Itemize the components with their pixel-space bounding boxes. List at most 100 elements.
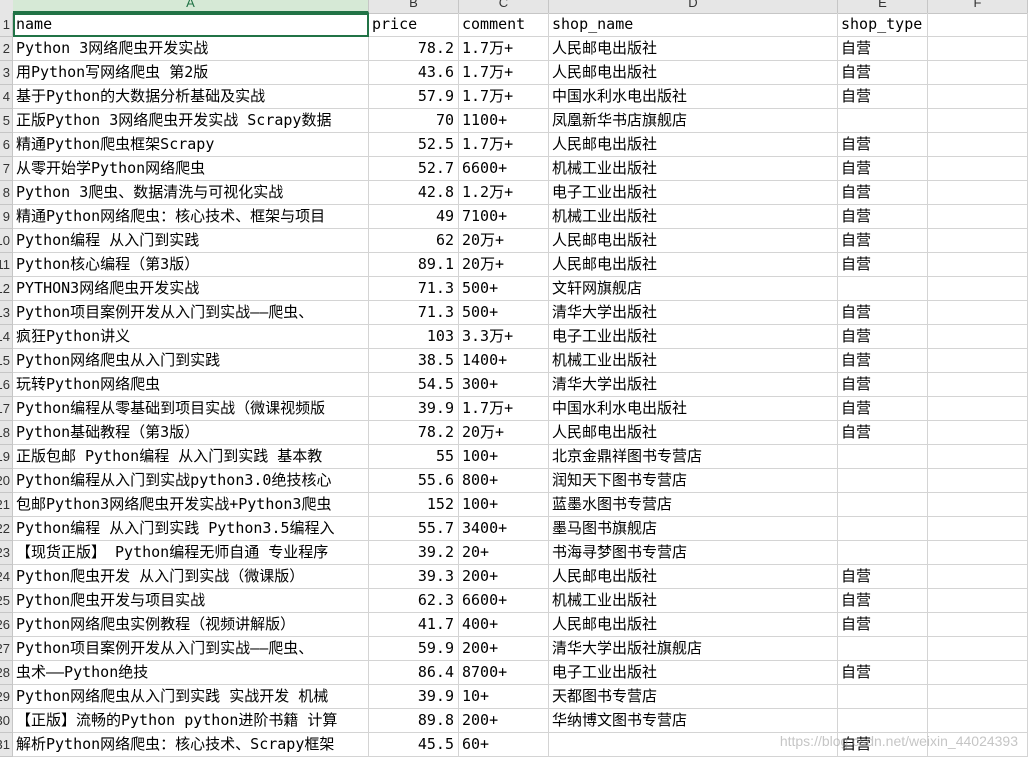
cell-name[interactable]: Python 3爬虫、数据清洗与可视化实战 [13,181,369,205]
cell-name[interactable]: Python编程从入门到实战python3.0绝技核心 [13,469,369,493]
cell-comment[interactable]: 300+ [459,373,549,397]
cell-f[interactable] [928,589,1028,613]
cell-price[interactable]: 45.5 [369,733,459,757]
cell-shop-type[interactable]: 自营 [838,589,928,613]
cell-price[interactable]: 55.7 [369,517,459,541]
row-header[interactable]: 25 [0,589,13,613]
row-header[interactable]: 19 [0,445,13,469]
cell-comment[interactable]: 800+ [459,469,549,493]
row-header[interactable]: 11 [0,253,13,277]
cell-shop-name[interactable]: 人民邮电出版社 [549,565,838,589]
column-header-b[interactable]: B [369,0,459,13]
row-header[interactable]: 10 [0,229,13,253]
row-header[interactable]: 20 [0,469,13,493]
cell-shop-name[interactable]: 机械工业出版社 [549,157,838,181]
cell-comment[interactable]: 100+ [459,445,549,469]
cell-name[interactable]: PYTHON3网络爬虫开发实战 [13,277,369,301]
cell-price[interactable]: 103 [369,325,459,349]
cell-f[interactable] [928,205,1028,229]
header-cell-shop-name[interactable]: shop_name [549,13,838,37]
cell-price[interactable]: 71.3 [369,301,459,325]
cell-name[interactable]: Python网络爬虫实例教程（视频讲解版） [13,613,369,637]
cell-price[interactable]: 55.6 [369,469,459,493]
row-header[interactable]: 2 [0,37,13,61]
cell-comment[interactable]: 20万+ [459,253,549,277]
cell-name[interactable]: 正版Python 3网络爬虫开发实战 Scrapy数据 [13,109,369,133]
cell-name[interactable]: 正版包邮 Python编程 从入门到实践 基本教 [13,445,369,469]
cell-shop-type[interactable]: 自营 [838,349,928,373]
cell-f[interactable] [928,565,1028,589]
cell-comment[interactable]: 1100+ [459,109,549,133]
row-header[interactable]: 14 [0,325,13,349]
cell-shop-type[interactable]: 自营 [838,205,928,229]
cell-price[interactable]: 54.5 [369,373,459,397]
cell-comment[interactable]: 6600+ [459,589,549,613]
cell-f[interactable] [928,421,1028,445]
cell-f[interactable] [928,493,1028,517]
cell-price[interactable]: 52.7 [369,157,459,181]
cell-price[interactable]: 39.2 [369,541,459,565]
cell-comment[interactable]: 200+ [459,565,549,589]
cell-price[interactable]: 43.6 [369,61,459,85]
row-header[interactable]: 16 [0,373,13,397]
cell-comment[interactable]: 1.7万+ [459,85,549,109]
cell-comment[interactable]: 7100+ [459,205,549,229]
cell-f[interactable] [928,229,1028,253]
cell-f[interactable] [928,181,1028,205]
cell-comment[interactable]: 3.3万+ [459,325,549,349]
row-header[interactable]: 21 [0,493,13,517]
cell-f[interactable] [928,685,1028,709]
cell-shop-type[interactable] [838,685,928,709]
cell-shop-name[interactable]: 中国水利水电出版社 [549,397,838,421]
cell-name[interactable]: Python 3网络爬虫开发实战 [13,37,369,61]
cell-price[interactable]: 62 [369,229,459,253]
cell-shop-name[interactable]: 北京金鼎祥图书专营店 [549,445,838,469]
cell-price[interactable]: 86.4 [369,661,459,685]
cell-shop-type[interactable]: 自营 [838,229,928,253]
cell-shop-type[interactable]: 自营 [838,397,928,421]
cell-price[interactable]: 152 [369,493,459,517]
cell-price[interactable]: 41.7 [369,613,459,637]
row-header[interactable]: 23 [0,541,13,565]
cell-price[interactable]: 57.9 [369,85,459,109]
cell-shop-name[interactable]: 机械工业出版社 [549,205,838,229]
cell-comment[interactable]: 8700+ [459,661,549,685]
cell-shop-type[interactable] [838,709,928,733]
cell-shop-name[interactable]: 人民邮电出版社 [549,37,838,61]
cell-shop-name[interactable]: 人民邮电出版社 [549,229,838,253]
cell-shop-type[interactable]: 自营 [838,61,928,85]
column-header-a[interactable]: A [13,0,369,13]
cell-shop-type[interactable]: 自营 [838,133,928,157]
cell-f[interactable] [928,37,1028,61]
row-header[interactable]: 8 [0,181,13,205]
cell-name[interactable]: 玩转Python网络爬虫 [13,373,369,397]
cell-comment[interactable]: 500+ [459,301,549,325]
cell-shop-name[interactable]: 清华大学出版社旗舰店 [549,637,838,661]
row-header[interactable]: 5 [0,109,13,133]
cell-name[interactable]: Python基础教程（第3版） [13,421,369,445]
row-header[interactable]: 1 [0,13,13,37]
row-header[interactable]: 22 [0,517,13,541]
cell-name[interactable]: 包邮Python3网络爬虫开发实战+Python3爬虫 [13,493,369,517]
cell-shop-type[interactable]: 自营 [838,37,928,61]
cell-shop-type[interactable]: 自营 [838,253,928,277]
cell-f[interactable] [928,325,1028,349]
header-cell-f[interactable] [928,13,1028,37]
cell-name[interactable]: 解析Python网络爬虫：核心技术、Scrapy框架 [13,733,369,757]
row-header[interactable]: 9 [0,205,13,229]
cell-comment[interactable]: 3400+ [459,517,549,541]
cell-shop-name[interactable]: 中国水利水电出版社 [549,85,838,109]
cell-shop-name[interactable]: 清华大学出版社 [549,373,838,397]
cell-comment[interactable]: 200+ [459,637,549,661]
row-header[interactable]: 30 [0,709,13,733]
cell-shop-type[interactable]: 自营 [838,661,928,685]
cell-shop-type[interactable] [838,493,928,517]
row-header[interactable]: 15 [0,349,13,373]
cell-shop-name[interactable]: 润知天下图书专营店 [549,469,838,493]
spreadsheet[interactable]: A B C D E F 1 name price comment shop_name shop_typ… [0,0,1028,757]
cell-shop-name[interactable]: 凤凰新华书店旗舰店 [549,109,838,133]
cell-name[interactable]: Python爬虫开发与项目实战 [13,589,369,613]
cell-name[interactable]: Python编程从零基础到项目实战（微课视频版 [13,397,369,421]
column-header-c[interactable]: C [459,0,549,13]
cell-shop-type[interactable]: 自营 [838,181,928,205]
